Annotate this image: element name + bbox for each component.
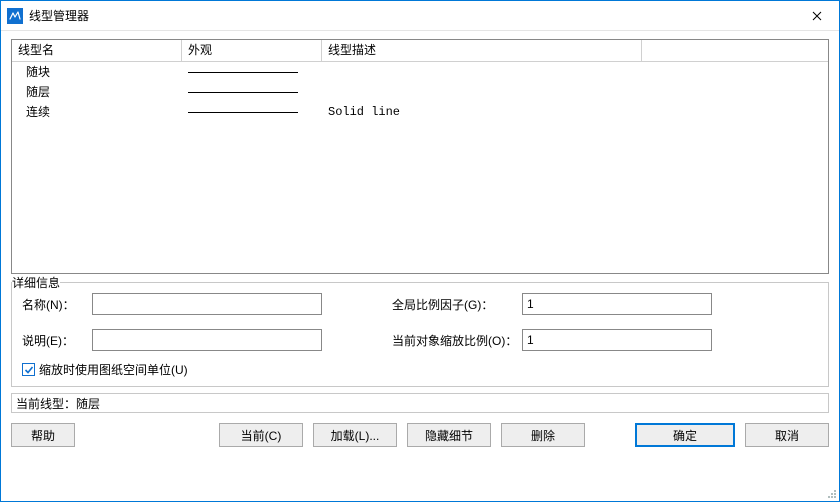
status-value: 随层 bbox=[76, 395, 100, 412]
global-scale-field[interactable] bbox=[522, 293, 712, 315]
name-label: 名称(N)： bbox=[22, 296, 92, 313]
row-name: 随层 bbox=[12, 82, 182, 102]
line-preview-icon bbox=[188, 72, 298, 73]
table-row[interactable]: 随块 bbox=[12, 62, 828, 82]
name-field[interactable] bbox=[92, 293, 322, 315]
resize-grip-icon[interactable] bbox=[825, 487, 837, 499]
description-field[interactable] bbox=[92, 329, 322, 351]
hide-details-button[interactable]: 隐藏细节 bbox=[407, 423, 491, 447]
global-scale-label: 全局比例因子(G)： bbox=[392, 296, 522, 313]
current-scale-field[interactable] bbox=[522, 329, 712, 351]
content-area: 线型名 外观 线型描述 随块 随层 连续 bbox=[1, 31, 839, 501]
details-legend: 详细信息 bbox=[12, 274, 60, 291]
close-button[interactable] bbox=[794, 1, 839, 31]
row-description: Solid line bbox=[322, 102, 642, 122]
window-title: 线型管理器 bbox=[29, 7, 89, 24]
column-header-name[interactable]: 线型名 bbox=[12, 40, 182, 62]
row-appearance bbox=[182, 82, 322, 102]
column-header-empty bbox=[642, 40, 828, 62]
titlebar: 线型管理器 bbox=[1, 1, 839, 31]
ok-button[interactable]: 确定 bbox=[635, 423, 735, 447]
row-description bbox=[322, 62, 642, 82]
load-button[interactable]: 加载(L)... bbox=[313, 423, 397, 447]
column-header-description[interactable]: 线型描述 bbox=[322, 40, 642, 62]
button-row: 帮助 当前(C) 加载(L)... 隐藏细节 删除 确定 取消 bbox=[11, 423, 829, 447]
delete-button[interactable]: 删除 bbox=[501, 423, 585, 447]
current-button[interactable]: 当前(C) bbox=[219, 423, 303, 447]
column-header-appearance[interactable]: 外观 bbox=[182, 40, 322, 62]
details-fieldset: 详细信息 名称(N)： 全局比例因子(G)： 说明(E)： 当前对象缩放比例(O… bbox=[11, 282, 829, 387]
paperspace-checkbox[interactable] bbox=[22, 363, 35, 376]
status-label: 当前线型： bbox=[16, 395, 76, 412]
row-description bbox=[322, 82, 642, 102]
row-name: 连续 bbox=[12, 102, 182, 122]
table-row[interactable]: 连续 Solid line bbox=[12, 102, 828, 122]
current-scale-label: 当前对象缩放比例(O)： bbox=[392, 332, 522, 349]
list-header: 线型名 外观 线型描述 bbox=[12, 40, 828, 62]
line-preview-icon bbox=[188, 112, 298, 113]
paperspace-label: 缩放时使用图纸空间单位(U) bbox=[39, 361, 188, 378]
row-appearance bbox=[182, 102, 322, 122]
current-linetype-status: 当前线型： 随层 bbox=[11, 393, 829, 413]
row-appearance bbox=[182, 62, 322, 82]
cancel-button[interactable]: 取消 bbox=[745, 423, 829, 447]
row-name: 随块 bbox=[12, 62, 182, 82]
help-button[interactable]: 帮助 bbox=[11, 423, 75, 447]
table-row[interactable]: 随层 bbox=[12, 82, 828, 102]
app-icon bbox=[7, 8, 23, 24]
window: 线型管理器 线型名 外观 线型描述 随块 随层 bbox=[0, 0, 840, 502]
list-body: 随块 随层 连续 Solid line bbox=[12, 62, 828, 122]
linetype-list[interactable]: 线型名 外观 线型描述 随块 随层 连续 bbox=[11, 39, 829, 274]
description-label: 说明(E)： bbox=[22, 332, 92, 349]
line-preview-icon bbox=[188, 92, 298, 93]
